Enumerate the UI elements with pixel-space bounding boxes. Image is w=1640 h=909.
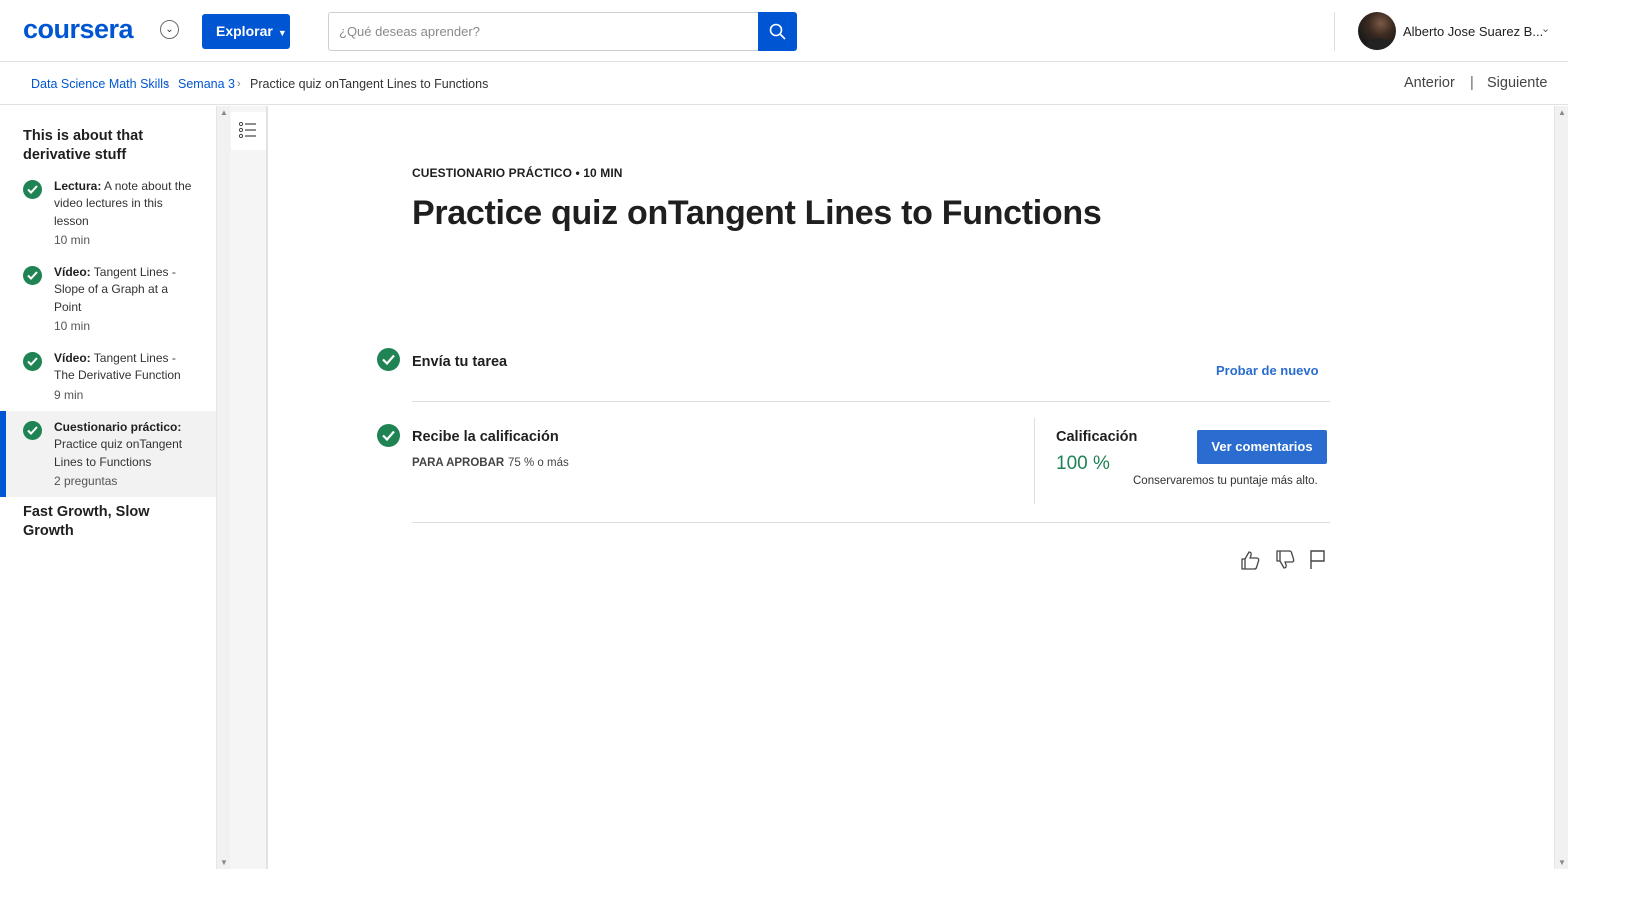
nav-separator: | (1470, 75, 1474, 91)
sidebar-item-video-1[interactable]: Vídeo: Tangent Lines - Slope of a Graph … (0, 258, 216, 338)
item-kicker: CUESTIONARIO PRÁCTICO • 10 MIN (412, 166, 623, 180)
sidebar-item-duration: 10 min (54, 233, 91, 247)
sidebar-scrollbar[interactable]: ▲ ▼ (216, 106, 230, 869)
previous-link[interactable]: Anterior (1404, 75, 1455, 91)
sidebar-item-label: Lectura: A note about the video lectures… (54, 179, 192, 228)
completed-check-icon (23, 352, 42, 371)
divider (412, 522, 1330, 523)
sidebar-item-reading[interactable]: Lectura: A note about the video lectures… (0, 172, 216, 252)
try-again-link[interactable]: Probar de nuevo (1216, 363, 1319, 378)
pass-value: 75 % o más (508, 457, 569, 469)
avatar[interactable] (1358, 12, 1396, 50)
next-lesson-title[interactable]: Fast Growth, Slow Growth (23, 503, 203, 541)
lesson-title[interactable]: This is about that derivative stuff (23, 127, 203, 165)
breadcrumb-week[interactable]: Semana 3 (178, 77, 235, 91)
sidebar-item-video-2[interactable]: Vídeo: Tangent Lines - The Derivative Fu… (0, 344, 216, 406)
search-input[interactable] (328, 12, 759, 51)
search-button[interactable] (758, 12, 797, 51)
next-link[interactable]: Siguiente (1487, 75, 1547, 91)
highest-score-note: Conservaremos tu puntaje más alto. (1133, 475, 1318, 487)
list-icon (239, 122, 256, 138)
grade-step-title: Recibe la calificación (412, 429, 559, 445)
breadcrumb-bar: Data Science Math Skills › Semana 3 › Pr… (0, 63, 1640, 105)
completed-check-icon (23, 266, 42, 285)
sidebar-item-duration: 9 min (54, 388, 84, 402)
thumbs-up-icon[interactable] (1239, 549, 1261, 571)
chevron-right-icon: › (237, 78, 241, 90)
lesson-sidebar: This is about that derivative stuff Lect… (0, 106, 216, 869)
scroll-down-icon[interactable]: ▼ (1558, 858, 1566, 867)
explore-label: Explorar (216, 23, 273, 39)
sidebar-item-label: Vídeo: Tangent Lines - Slope of a Graph … (54, 265, 176, 314)
right-margin (1568, 0, 1640, 909)
search-icon (769, 23, 786, 40)
page-scrollbar[interactable]: ▲ ▼ (1554, 106, 1568, 869)
sidebar-item-quiz[interactable]: Cuestionario práctico: Practice quiz onT… (0, 411, 216, 497)
flag-icon[interactable] (1307, 549, 1329, 571)
vertical-divider (1034, 418, 1035, 504)
coursera-logo[interactable]: coursera (23, 14, 134, 45)
view-feedback-button[interactable]: Ver comentarios (1197, 430, 1327, 464)
grade-label: Calificación (1056, 429, 1138, 445)
header-divider (1334, 12, 1335, 51)
sidebar-item-label: Vídeo: Tangent Lines - The Derivative Fu… (54, 351, 181, 383)
chevron-right-icon: › (165, 78, 169, 90)
breadcrumb-course[interactable]: Data Science Math Skills (31, 77, 169, 91)
completed-check-icon (377, 348, 400, 371)
pass-label: PARA APROBAR (412, 457, 505, 469)
grade-value: 100 % (1056, 453, 1110, 474)
scroll-up-icon[interactable]: ▲ (1558, 108, 1566, 117)
completed-check-icon (23, 421, 42, 440)
completed-check-icon (23, 180, 42, 199)
top-header: coursera ⌄ Explorar ▼ Alberto Jose Suarez… (0, 0, 1640, 62)
submit-step-title: Envía tu tarea (412, 354, 508, 370)
bottom-margin (0, 869, 1640, 909)
user-name[interactable]: Alberto Jose Suarez B... (1403, 24, 1543, 39)
scroll-up-icon[interactable]: ▲ (220, 108, 228, 117)
sidebar-item-duration: 2 preguntas (54, 474, 118, 488)
chevron-down-icon[interactable]: ⌄ (160, 20, 179, 39)
page-title: Practice quiz onTangent Lines to Functio… (412, 194, 1102, 232)
completed-check-icon (377, 424, 400, 447)
chevron-down-icon: ▼ (277, 28, 287, 38)
thumbs-down-icon[interactable] (1274, 549, 1296, 571)
main-content: CUESTIONARIO PRÁCTICO • 10 MIN Practice … (270, 106, 1554, 869)
breadcrumb-current: Practice quiz onTangent Lines to Functio… (250, 77, 489, 91)
sidebar-item-duration: 10 min (54, 319, 91, 333)
divider (412, 401, 1330, 402)
sidebar-toggle-column (230, 106, 268, 869)
sidebar-item-label: Cuestionario práctico: Practice quiz onT… (54, 420, 183, 469)
explore-button[interactable]: Explorar ▼ (202, 14, 290, 49)
scroll-down-icon[interactable]: ▼ (220, 858, 228, 867)
chevron-down-icon[interactable]: ⌄ (1541, 22, 1550, 35)
outline-toggle-button[interactable] (231, 112, 266, 150)
